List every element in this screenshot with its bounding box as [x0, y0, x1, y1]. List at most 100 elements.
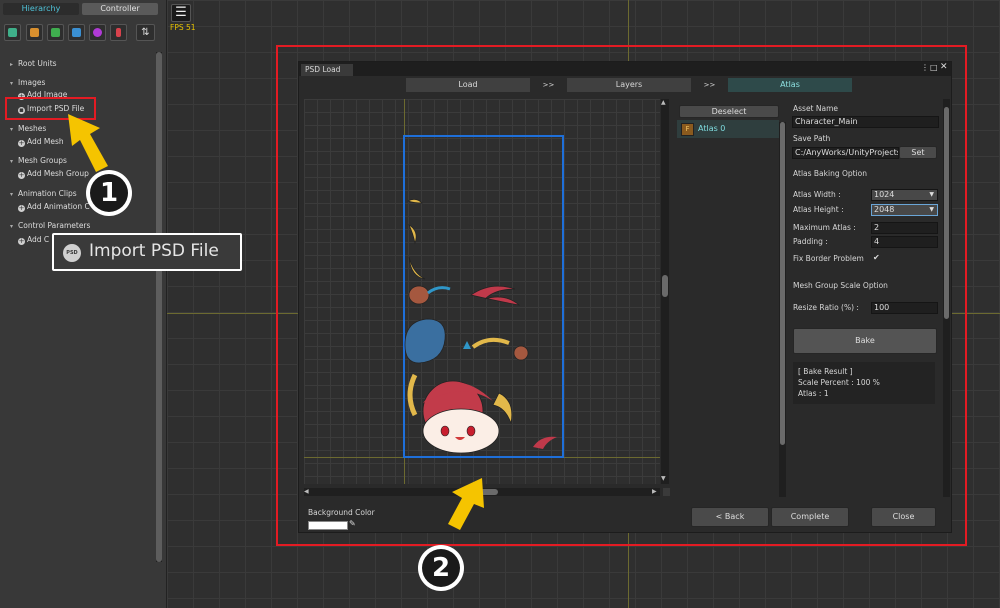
bun-sprite	[513, 345, 529, 361]
background-color-swatch[interactable]	[308, 521, 348, 530]
plus-icon: +	[18, 204, 25, 212]
bake-result-atlas: Atlas : 1	[798, 389, 829, 398]
plus-icon: +	[18, 237, 25, 245]
collapse-arrow-icon: ▾	[10, 126, 14, 133]
expand-arrow-icon: ▸	[10, 61, 14, 68]
resize-ratio-label: Resize Ratio (%) :	[793, 303, 859, 312]
menu-dots-icon[interactable]: ⋮	[921, 63, 929, 72]
tool-param-icon[interactable]	[110, 24, 127, 41]
tree-add-control-param[interactable]: + Add C	[18, 234, 49, 246]
scroll-down-icon[interactable]: ▼	[661, 475, 666, 482]
tool-root-unit-icon[interactable]	[4, 24, 21, 41]
step-marker-2: 2	[418, 545, 464, 591]
bake-result-box: [ Bake Result ] Scale Percent : 100 % At…	[793, 362, 935, 404]
tree-animation-clips[interactable]: ▾ Animation Clips	[10, 188, 77, 200]
atlas-width-value: 1024	[874, 190, 895, 199]
atlas-width-label: Atlas Width :	[793, 190, 841, 199]
menu-icon[interactable]: ☰	[171, 4, 191, 22]
tree-label: Control Parameters	[18, 221, 91, 230]
plus-icon: +	[18, 171, 25, 179]
fix-border-label: Fix Border Problem	[793, 254, 864, 263]
settings-scroll[interactable]	[943, 99, 950, 497]
close-button[interactable]: Close	[871, 507, 936, 527]
close-icon[interactable]: ✕	[940, 62, 948, 72]
scroll-right-icon[interactable]: ▶	[652, 488, 657, 495]
tree-images[interactable]: ▾ Images	[10, 77, 45, 89]
hierarchy-panel: Hierarchy Controller ⇅ ▸ Root Units ▾ Imag…	[0, 0, 167, 608]
character-face-sprite	[422, 408, 500, 454]
ribbon-sprite	[427, 286, 451, 295]
collapse-arrow-icon: ▾	[10, 223, 14, 230]
atlas-list-item[interactable]: F Atlas 0	[677, 120, 779, 138]
atlas-icon: F	[681, 123, 694, 136]
step-marker-number: 1	[90, 174, 128, 212]
tool-animation-icon[interactable]	[89, 24, 106, 41]
tree-mesh-groups[interactable]: ▾ Mesh Groups	[10, 155, 67, 167]
maximize-icon[interactable]: □	[930, 63, 938, 72]
arrow-to-import-icon	[68, 114, 108, 172]
atlas-list-scroll-thumb[interactable]	[780, 122, 785, 445]
dialog-title-tab[interactable]: PSD Load	[301, 64, 353, 76]
step-layers[interactable]: Layers	[567, 78, 691, 92]
step-atlas[interactable]: Atlas	[728, 78, 852, 92]
resize-ratio-input[interactable]: 100	[871, 302, 938, 314]
fix-border-checkbox[interactable]: ✔	[873, 253, 882, 262]
tool-mesh-group-icon[interactable]	[68, 24, 85, 41]
set-path-button[interactable]: Set	[899, 146, 937, 159]
tab-controller[interactable]: Controller	[82, 3, 158, 15]
tree-label: Add C	[27, 235, 50, 244]
horn-sprite	[471, 337, 510, 349]
arrow-to-preview-icon	[448, 478, 484, 530]
tree-add-mesh[interactable]: + Add Mesh	[18, 136, 64, 148]
eye-sprite	[440, 425, 450, 437]
tree-label: Add Mesh	[27, 137, 64, 146]
deselect-button[interactable]: Deselect	[679, 105, 779, 118]
bake-button[interactable]: Bake	[793, 328, 937, 354]
scroll-up-icon[interactable]: ▲	[661, 99, 666, 106]
bun-sprite	[408, 285, 430, 305]
max-atlas-input[interactable]: 2	[871, 222, 938, 234]
collapse-arrow-icon: ▾	[10, 158, 14, 165]
fps-counter: FPS 51	[170, 23, 196, 32]
eyedropper-icon[interactable]: ✎	[349, 519, 356, 528]
bake-result-title: [ Bake Result ]	[798, 367, 853, 376]
atlas-sprites	[404, 199, 557, 454]
scroll-left-icon[interactable]: ◀	[304, 488, 309, 495]
horn-sprite	[492, 392, 513, 425]
atlas-item-label: Atlas 0	[698, 124, 726, 133]
arrow-shape	[448, 478, 484, 530]
bake-result-scale: Scale Percent : 100 %	[798, 378, 880, 387]
tool-mesh-icon[interactable]	[47, 24, 64, 41]
cloth-sprite	[404, 318, 446, 364]
tree-root-units[interactable]: ▸ Root Units	[10, 58, 57, 70]
gem-sprite	[463, 341, 471, 349]
preview-vscroll[interactable]: ▲ ▼	[661, 99, 669, 484]
step-load[interactable]: Load	[406, 78, 530, 92]
asset-name-input[interactable]: Character_Main	[792, 116, 939, 128]
import-psd-callout: PSD Import PSD File	[52, 233, 242, 271]
padding-input[interactable]: 4	[871, 236, 938, 248]
atlas-height-select[interactable]: 2048 ▼	[871, 204, 938, 216]
step-separator: >>	[542, 81, 555, 89]
atlas-preview[interactable]	[304, 99, 660, 484]
background-color-label: Background Color	[308, 508, 375, 517]
tool-image-icon[interactable]	[26, 24, 43, 41]
complete-button[interactable]: Complete	[771, 507, 849, 527]
psd-icon: PSD	[63, 244, 81, 262]
tab-hierarchy[interactable]: Hierarchy	[3, 3, 79, 15]
step-separator: >>	[703, 81, 716, 89]
tree-meshes[interactable]: ▾ Meshes	[10, 123, 46, 135]
tree-control-parameters[interactable]: ▾ Control Parameters	[10, 220, 90, 232]
atlas-list-scroll[interactable]	[779, 122, 786, 497]
atlas-width-select[interactable]: 1024 ▼	[871, 189, 938, 201]
tree-add-animation-clip[interactable]: + Add Animation C	[18, 201, 90, 213]
sort-icon[interactable]: ⇅	[136, 24, 155, 41]
preview-vscroll-thumb[interactable]	[662, 275, 668, 297]
save-path-input[interactable]: C:/AnyWorks/UnityProjects	[792, 147, 899, 159]
tree-label: Meshes	[18, 124, 47, 133]
collapse-arrow-icon: ▾	[10, 80, 14, 87]
back-button[interactable]: < Back	[691, 507, 769, 527]
sidebar-scrollbar[interactable]	[156, 52, 162, 562]
sidebar-scroll-thumb[interactable]	[156, 52, 162, 562]
settings-scroll-thumb[interactable]	[944, 107, 949, 319]
